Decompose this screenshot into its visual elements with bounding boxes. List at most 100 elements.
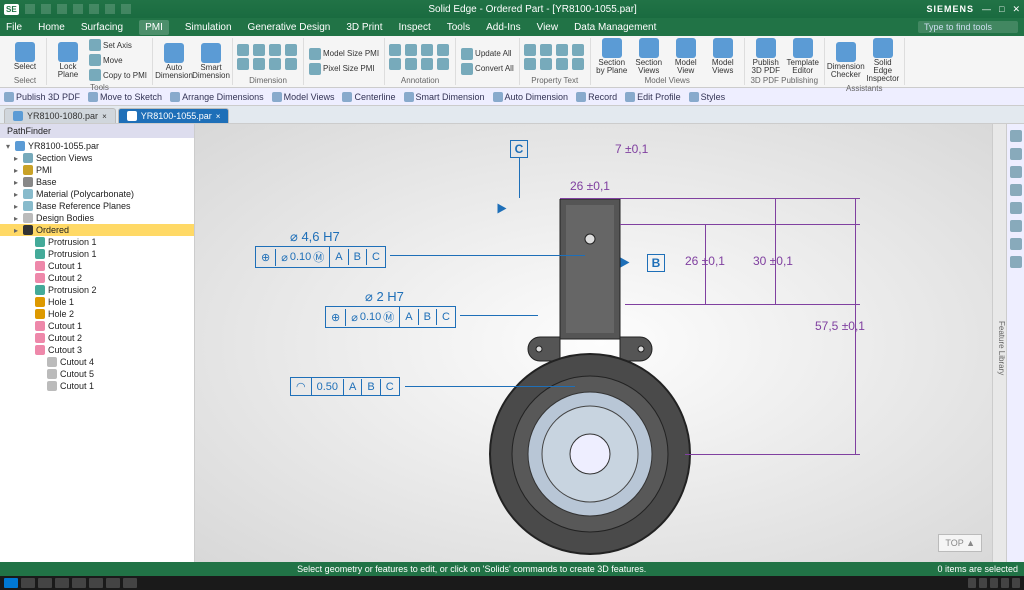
ribbon-button-auto-dimension[interactable]: Auto Dimension <box>157 43 191 80</box>
tree-item[interactable]: ▸Base <box>0 176 194 188</box>
ribbon-button-set-axis[interactable]: Set Axis <box>88 38 148 52</box>
quick-cmd-edit-profile[interactable]: Edit Profile <box>625 92 681 102</box>
view-tool-icon[interactable] <box>1010 130 1022 142</box>
view-tool-icon[interactable] <box>1010 238 1022 250</box>
quick-cmd-styles[interactable]: Styles <box>689 92 726 102</box>
tree-item[interactable]: Cutout 1 <box>0 380 194 392</box>
ribbon-tool-icon[interactable] <box>556 58 568 70</box>
taskbar-item[interactable] <box>21 578 35 588</box>
ribbon-button-convert-all[interactable]: Convert All <box>460 62 515 76</box>
tree-item[interactable]: Cutout 1 <box>0 320 194 332</box>
taskbar-item[interactable] <box>4 578 18 588</box>
menu-3d-print[interactable]: 3D Print <box>346 22 382 33</box>
tree-item[interactable]: Hole 2 <box>0 308 194 320</box>
quick-cmd-record[interactable]: Record <box>576 92 617 102</box>
tree-item[interactable]: Cutout 2 <box>0 332 194 344</box>
tree-item[interactable]: Hole 1 <box>0 296 194 308</box>
tree-item[interactable]: ▸PMI <box>0 164 194 176</box>
taskbar-item[interactable] <box>55 578 69 588</box>
ribbon-button-section-by-plane[interactable]: Section by Plane <box>595 38 629 75</box>
view-tool-icon[interactable] <box>1010 202 1022 214</box>
ribbon-button-update-all[interactable]: Update All <box>460 47 515 61</box>
tree-item[interactable]: Cutout 3 <box>0 344 194 356</box>
close-tab-button[interactable]: × <box>102 112 107 121</box>
view-tool-icon[interactable] <box>1010 256 1022 268</box>
menu-view[interactable]: View <box>537 22 559 33</box>
minimize-button[interactable]: — <box>982 4 991 14</box>
menu-inspect[interactable]: Inspect <box>399 22 431 33</box>
tree-item[interactable]: Cutout 1 <box>0 260 194 272</box>
ribbon-tool-icon[interactable] <box>540 58 552 70</box>
search-input[interactable]: Type to find tools <box>918 21 1018 33</box>
qat-icon[interactable] <box>41 4 51 14</box>
taskbar-item[interactable] <box>106 578 120 588</box>
pathfinder-tree[interactable]: ▾YR8100-1055.par▸Section Views▸PMI▸Base ▸… <box>0 138 194 394</box>
ribbon-button-dimension-checker[interactable]: Dimension Checker <box>829 42 863 79</box>
ribbon-tool-icon[interactable] <box>524 44 536 56</box>
ribbon-tool-icon[interactable] <box>405 44 417 56</box>
ribbon-button-move[interactable]: Move <box>88 53 148 67</box>
ribbon-tool-icon[interactable] <box>389 58 401 70</box>
tree-item[interactable]: Protrusion 1 <box>0 236 194 248</box>
quick-cmd-model-views[interactable]: Model Views <box>272 92 335 102</box>
qat-icon[interactable] <box>73 4 83 14</box>
menu-home[interactable]: Home <box>38 22 65 33</box>
qat-icon[interactable] <box>105 4 115 14</box>
ribbon-tool-icon[interactable] <box>437 58 449 70</box>
ribbon-button-smart-dimension[interactable]: Smart Dimension <box>194 43 228 80</box>
view-tool-icon[interactable] <box>1010 184 1022 196</box>
ribbon-tool-icon[interactable] <box>389 44 401 56</box>
tree-item[interactable]: Cutout 4 <box>0 356 194 368</box>
ribbon-tool-icon[interactable] <box>285 58 297 70</box>
ribbon-tool-icon[interactable] <box>524 58 536 70</box>
ribbon-button-copy-to-pmi[interactable]: Copy to PMI <box>88 68 148 82</box>
tray-icon[interactable] <box>990 578 998 588</box>
ribbon-tool-icon[interactable] <box>572 44 584 56</box>
ribbon-tool-icon[interactable] <box>572 58 584 70</box>
feature-library-tab[interactable]: Feature Library <box>992 124 1006 562</box>
document-tab[interactable]: YR8100-1080.par× <box>4 108 116 123</box>
close-tab-button[interactable]: × <box>216 112 221 121</box>
ribbon-tool-icon[interactable] <box>540 44 552 56</box>
ribbon-tool-icon[interactable] <box>285 44 297 56</box>
view-tool-icon[interactable] <box>1010 148 1022 160</box>
taskbar-item[interactable] <box>123 578 137 588</box>
quick-cmd-publish-3d-pdf[interactable]: Publish 3D PDF <box>4 92 80 102</box>
menu-surfacing[interactable]: Surfacing <box>81 22 123 33</box>
ribbon-button-lock-plane[interactable]: Lock Plane <box>51 42 85 79</box>
graphics-view[interactable]: Feature Library ⌀ 4,6 H7 <box>195 124 1006 562</box>
view-tool-icon[interactable] <box>1010 166 1022 178</box>
menu-add-ins[interactable]: Add-Ins <box>486 22 520 33</box>
ribbon-tool-icon[interactable] <box>237 44 249 56</box>
ribbon-button-pixel-size-pmi[interactable]: Pixel Size PMI <box>308 62 380 76</box>
tree-item[interactable]: ▸Section Views <box>0 152 194 164</box>
ribbon-tool-icon[interactable] <box>269 58 281 70</box>
ribbon-tool-icon[interactable] <box>253 44 265 56</box>
tree-item[interactable]: Cutout 5 <box>0 368 194 380</box>
menu-simulation[interactable]: Simulation <box>185 22 232 33</box>
close-button[interactable]: ✕ <box>1012 4 1020 15</box>
tree-root[interactable]: ▾YR8100-1055.par <box>0 140 194 152</box>
tree-item[interactable]: ▸Base Reference Planes <box>0 200 194 212</box>
ribbon-tool-icon[interactable] <box>421 44 433 56</box>
menu-data-management[interactable]: Data Management <box>574 22 656 33</box>
document-tab[interactable]: YR8100-1055.par× <box>118 108 230 123</box>
qat-icon[interactable] <box>25 4 35 14</box>
ribbon-button-solid-edge-inspector[interactable]: Solid Edge Inspector <box>866 38 900 83</box>
taskbar-item[interactable] <box>38 578 52 588</box>
menu-file[interactable]: File <box>6 22 22 33</box>
quick-cmd-auto-dimension[interactable]: Auto Dimension <box>493 92 569 102</box>
qat-icon[interactable] <box>57 4 67 14</box>
ribbon-tool-icon[interactable] <box>269 44 281 56</box>
ribbon-button-publish-3d-pdf[interactable]: Publish 3D PDF <box>749 38 783 75</box>
ribbon-tool-icon[interactable] <box>237 58 249 70</box>
tree-item[interactable]: ▸Design Bodies <box>0 212 194 224</box>
ribbon-tool-icon[interactable] <box>253 58 265 70</box>
menu-generative-design[interactable]: Generative Design <box>248 22 331 33</box>
maximize-button[interactable]: □ <box>999 4 1004 14</box>
tree-item[interactable]: Protrusion 1 <box>0 248 194 260</box>
tree-item[interactable]: Cutout 2 <box>0 272 194 284</box>
taskbar-item[interactable] <box>89 578 103 588</box>
tray-icon[interactable] <box>979 578 987 588</box>
ribbon-button-select[interactable]: Select <box>8 42 42 71</box>
